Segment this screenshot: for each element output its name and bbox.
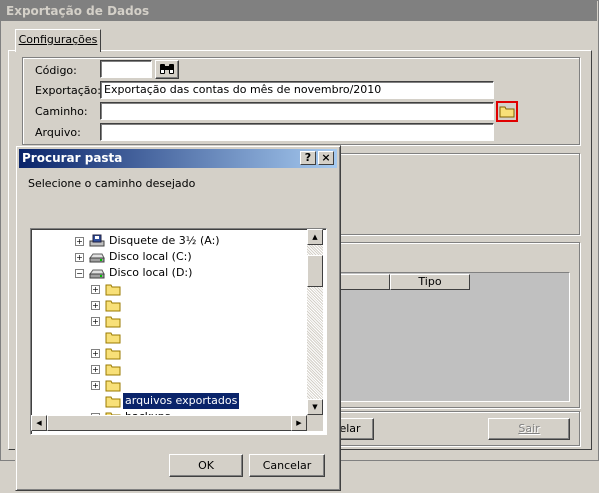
tree-node[interactable]: + Disquete de 3½ (A:)	[31, 233, 301, 249]
tree-node[interactable]: +	[31, 297, 301, 313]
cancel-button[interactable]: Cancelar	[249, 454, 325, 477]
tab-configuracoes[interactable]: Configurações	[15, 29, 101, 52]
expand-icon[interactable]: +	[91, 365, 100, 374]
folder-tree[interactable]: + Disquete de 3½ (A:) + Disco local (C:) − Di…	[30, 228, 327, 435]
browse-folder-dialog: Procurar pasta ? × Selecione o caminho d…	[15, 145, 341, 491]
expand-icon[interactable]: +	[91, 317, 100, 326]
caminho-field[interactable]	[100, 102, 494, 120]
folder-icon	[105, 380, 121, 392]
scroll-left-arrow-icon[interactable]: ◀	[31, 415, 47, 431]
folder-icon	[105, 316, 121, 328]
exportacao-label: Exportação:	[35, 84, 101, 97]
caminho-label: Caminho:	[35, 105, 88, 118]
dialog-title-bar: Procurar pasta	[19, 149, 337, 168]
arquivo-field[interactable]	[100, 123, 494, 141]
close-icon: ×	[321, 151, 331, 164]
tree-node-label: Disco local (C:)	[109, 250, 192, 263]
grid-header-tipo[interactable]: Tipo	[390, 274, 470, 290]
search-button[interactable]	[155, 60, 179, 79]
hard-drive-icon	[89, 269, 105, 279]
tree-node[interactable]: arquivos exportados	[31, 393, 301, 409]
hard-drive-icon	[89, 253, 105, 263]
ok-button[interactable]: OK	[169, 454, 243, 477]
tree-node[interactable]: +	[31, 313, 301, 329]
expand-icon[interactable]: +	[91, 301, 100, 310]
tree-node[interactable]: + Disco local (C:)	[31, 249, 301, 265]
close-button[interactable]: ×	[318, 151, 334, 165]
scroll-corner	[307, 415, 323, 431]
sair-button-label: Sair	[518, 422, 540, 435]
exportacao-field[interactable]: Exportação das contas do mês de novembro…	[100, 81, 494, 99]
folder-icon	[105, 348, 121, 360]
ok-button-label: OK	[198, 459, 214, 472]
binoculars-icon	[160, 64, 174, 74]
folder-icon	[105, 332, 121, 344]
dialog-prompt: Selecione o caminho desejado	[28, 177, 196, 190]
scroll-down-arrow-icon[interactable]: ▼	[307, 399, 323, 415]
cancel-button-label: Cancelar	[262, 459, 312, 472]
folder-icon	[105, 396, 121, 408]
arquivo-label: Arquivo:	[35, 126, 81, 139]
folder-icon	[499, 106, 515, 118]
tree-node[interactable]	[31, 329, 301, 345]
tree-node[interactable]: +	[31, 281, 301, 297]
expand-icon[interactable]: +	[91, 285, 100, 294]
folder-icon	[105, 284, 121, 296]
expand-icon[interactable]: +	[75, 237, 84, 246]
codigo-label: Código:	[35, 64, 77, 77]
codigo-field[interactable]	[100, 60, 152, 78]
dialog-title: Procurar pasta	[22, 151, 123, 165]
scroll-up-arrow-icon[interactable]: ▲	[307, 229, 323, 245]
collapse-icon[interactable]: −	[75, 269, 84, 278]
floppy-drive-icon	[89, 234, 105, 247]
expand-icon[interactable]: +	[91, 381, 100, 390]
tree-node[interactable]: +	[31, 361, 301, 377]
help-icon: ?	[304, 151, 312, 164]
scroll-right-arrow-icon[interactable]: ▶	[291, 415, 307, 431]
tree-node[interactable]: − Disco local (D:)	[31, 265, 301, 281]
tree-node-label: Disquete de 3½ (A:)	[109, 234, 220, 247]
tree-node-label: arquivos exportados	[123, 393, 240, 409]
expand-icon[interactable]: +	[75, 253, 84, 262]
window-title-bar: Exportação de Dados	[1, 1, 597, 21]
folder-icon	[105, 364, 121, 376]
tree-node-label: Disco local (D:)	[109, 266, 193, 279]
window-title: Exportação de Dados	[6, 4, 150, 18]
expand-icon[interactable]: +	[91, 349, 100, 358]
scroll-thumb[interactable]	[307, 255, 323, 287]
tree-node[interactable]: +	[31, 377, 301, 393]
grid-header-col1[interactable]	[340, 274, 390, 290]
horizontal-scroll-thumb[interactable]	[47, 415, 292, 431]
folder-icon	[105, 300, 121, 312]
tab-label: Configurações	[18, 33, 98, 46]
help-button[interactable]: ?	[300, 151, 316, 165]
browse-folder-button[interactable]	[496, 101, 518, 122]
sair-button[interactable]: Sair	[488, 418, 570, 440]
tree-node[interactable]: +	[31, 345, 301, 361]
